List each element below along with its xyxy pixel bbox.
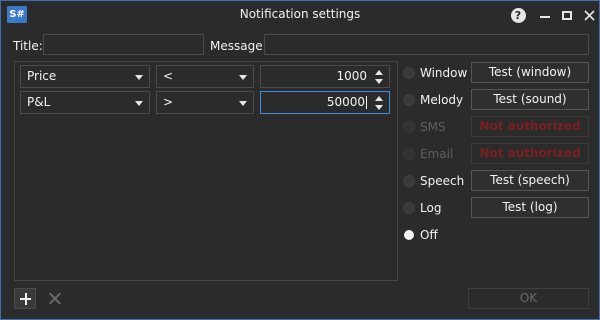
melody-radio[interactable]: [403, 94, 415, 106]
title-input[interactable]: [43, 34, 204, 55]
maximize-icon: [562, 10, 572, 20]
window-radio-label[interactable]: Window: [420, 66, 467, 80]
email-not-authorized-button: Not authorized: [471, 143, 589, 164]
minimize-icon: [540, 16, 550, 18]
condition-value-stepper[interactable]: 1000: [260, 65, 390, 88]
test-window-button[interactable]: Test (window): [471, 62, 589, 83]
email-radio: [403, 148, 415, 160]
spin-up-icon[interactable]: [375, 70, 383, 75]
sms-not-authorized-button: Not authorized: [471, 116, 589, 137]
condition-field-select[interactable]: Price: [20, 65, 150, 88]
condition-value-stepper[interactable]: 50000: [260, 91, 390, 114]
condition-operator-select[interactable]: >: [156, 91, 254, 114]
test-log-button[interactable]: Test (log): [471, 197, 589, 218]
remove-condition-button[interactable]: [44, 288, 66, 309]
message-input[interactable]: [264, 34, 589, 55]
sms-radio-label: SMS: [420, 120, 446, 134]
maximize-button[interactable]: [557, 5, 577, 25]
title-label: Title:: [13, 39, 43, 53]
ok-button[interactable]: OK: [468, 288, 589, 309]
title-bar: S# Notification settings ?: [1, 1, 599, 29]
add-condition-button[interactable]: [14, 288, 36, 309]
spin-down-icon[interactable]: [375, 105, 383, 110]
minimize-button[interactable]: [535, 5, 555, 25]
condition-value-text: 50000: [326, 95, 365, 109]
condition-operator-value: >: [163, 95, 174, 109]
condition-field-value: Price: [27, 69, 57, 83]
log-radio[interactable]: [403, 202, 415, 214]
help-icon: ?: [510, 7, 526, 23]
log-radio-label[interactable]: Log: [420, 201, 441, 215]
condition-value-text: 1000: [336, 69, 367, 83]
message-label: Message:: [210, 39, 267, 53]
close-button[interactable]: [579, 5, 599, 25]
test-speech-button[interactable]: Test (speech): [471, 170, 589, 191]
chevron-down-icon: [239, 75, 247, 80]
text-caret: [366, 96, 367, 109]
speech-radio-label[interactable]: Speech: [420, 174, 464, 188]
condition-field-select[interactable]: P&L: [20, 91, 150, 114]
window-radio[interactable]: [403, 67, 415, 79]
chevron-down-icon: [239, 101, 247, 106]
email-radio-label: Email: [420, 147, 454, 161]
melody-radio-label[interactable]: Melody: [420, 93, 463, 107]
notification-settings-window: S# Notification settings ? Title: Messag…: [0, 0, 600, 320]
condition-operator-value: <: [163, 69, 174, 83]
speech-radio[interactable]: [403, 175, 415, 187]
chevron-down-icon: [135, 101, 143, 106]
off-radio[interactable]: [404, 230, 414, 240]
spin-down-icon[interactable]: [375, 79, 383, 84]
condition-operator-select[interactable]: <: [156, 65, 254, 88]
chevron-down-icon: [135, 75, 143, 80]
off-radio-label[interactable]: Off: [420, 228, 438, 242]
close-icon: [583, 9, 595, 21]
spin-up-icon[interactable]: [375, 96, 383, 101]
help-button[interactable]: ?: [508, 5, 528, 25]
sms-radio: [403, 121, 415, 133]
test-sound-button[interactable]: Test (sound): [471, 89, 589, 110]
condition-field-value: P&L: [27, 95, 51, 109]
